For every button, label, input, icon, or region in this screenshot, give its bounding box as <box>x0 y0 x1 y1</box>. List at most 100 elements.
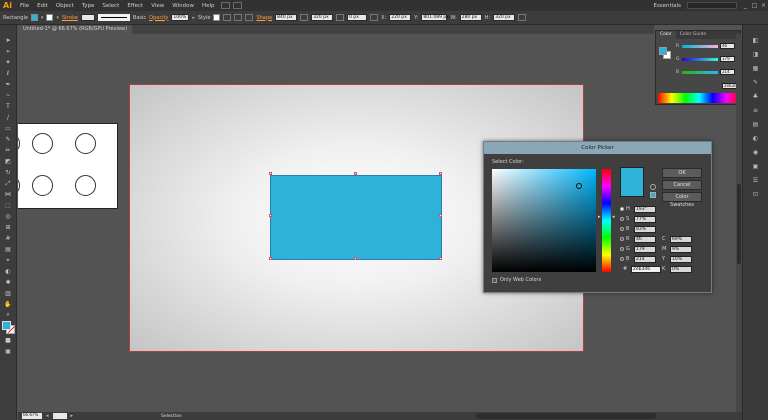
selection-tool-icon[interactable]: ➤ <box>4 37 12 44</box>
y-field[interactable]: 10% <box>670 255 692 263</box>
brightness-radio[interactable] <box>620 227 624 231</box>
opacity-field[interactable]: 100% <box>171 14 190 21</box>
g-value[interactable]: 179 <box>720 56 735 62</box>
hue-slider[interactable] <box>602 169 611 272</box>
circle-shape[interactable] <box>75 175 96 196</box>
rotate-tool-icon[interactable]: ↻ <box>4 169 12 176</box>
c-field[interactable]: 69% <box>670 235 692 243</box>
first-artboard-icon[interactable]: ◂ <box>46 413 49 419</box>
y-field[interactable]: 801.089 px <box>421 14 449 21</box>
fill-dropdown-icon[interactable]: ▾ <box>41 15 44 21</box>
magic-wand-tool-icon[interactable]: ✦ <box>4 59 12 66</box>
panel-fill-well[interactable] <box>659 47 667 55</box>
b-slider[interactable] <box>682 70 718 74</box>
document-tab[interactable]: Untitled-1* @ 66.67% (RGB/GPU Preview) <box>18 25 133 34</box>
h-field[interactable]: 320 px <box>493 14 516 21</box>
minimize-button[interactable]: _ <box>741 2 750 9</box>
only-web-colors-checkbox[interactable] <box>492 277 497 283</box>
graphic-styles-icon[interactable]: ▣ <box>751 163 760 171</box>
zoom-tool-icon[interactable]: ⌕ <box>4 311 12 318</box>
symbol-sprayer-tool-icon[interactable]: ✺ <box>4 279 12 286</box>
shape-width-field[interactable]: 840 px <box>275 14 298 21</box>
hex-field[interactable]: 2eb3d6 <box>631 265 661 273</box>
h-radio[interactable] <box>620 207 624 211</box>
dialog-title[interactable]: Color Picker <box>484 142 711 154</box>
pen-tool-icon[interactable]: ✒ <box>4 81 12 88</box>
rectangle-tool-icon[interactable]: ▭ <box>4 125 12 132</box>
r-radio[interactable] <box>620 237 624 241</box>
menu-view[interactable]: View <box>147 3 168 9</box>
vertical-scrollbar[interactable] <box>736 34 742 412</box>
bridge-icon[interactable] <box>221 2 231 9</box>
free-transform-tool-icon[interactable]: ⬚ <box>4 202 12 209</box>
color-field-cursor[interactable] <box>576 183 582 189</box>
color-spectrum-bar[interactable] <box>658 93 740 103</box>
blue-field[interactable]: 214 <box>634 255 656 263</box>
m-field[interactable]: 9% <box>670 245 692 253</box>
circle-shape[interactable] <box>75 133 96 154</box>
brightness-field[interactable]: 83% <box>634 225 656 233</box>
handle-top[interactable] <box>354 172 357 175</box>
opacity-dropdown-icon[interactable]: ▸ <box>192 15 195 21</box>
arrange-documents-icon[interactable] <box>233 2 243 9</box>
handle-top-left[interactable] <box>269 172 272 175</box>
menu-object[interactable]: Object <box>52 3 78 9</box>
search-input[interactable] <box>687 2 737 9</box>
x-field[interactable]: 220 px <box>389 14 412 21</box>
selected-rectangle[interactable] <box>270 175 442 260</box>
blend-tool-icon[interactable]: ◐ <box>4 268 12 275</box>
r-slider[interactable] <box>682 44 718 48</box>
menu-effect[interactable]: Effect <box>123 3 147 9</box>
r-value[interactable]: 46 <box>720 43 735 49</box>
style-swatch[interactable] <box>213 14 221 21</box>
pencil-tool-icon[interactable]: ✏ <box>4 147 12 154</box>
handle-bottom-left[interactable] <box>269 257 272 260</box>
transparency-icon[interactable]: ◐ <box>751 135 760 143</box>
handle-top-right[interactable] <box>439 172 442 175</box>
color-mode-icon[interactable]: ■ <box>4 337 12 344</box>
handle-bottom-right[interactable] <box>439 257 442 260</box>
blue-radio[interactable] <box>620 257 624 261</box>
g-slider[interactable] <box>682 57 718 61</box>
fill-swatch[interactable] <box>30 14 38 21</box>
eyedropper-tool-icon[interactable]: ⌖ <box>4 257 12 264</box>
zoom-field[interactable]: 66.67% <box>22 413 42 419</box>
color-field[interactable] <box>492 169 596 272</box>
width-tool-icon[interactable]: ⋈ <box>4 191 12 198</box>
artboard-number-field[interactable]: 1 <box>52 413 67 420</box>
menu-type[interactable]: Type <box>78 3 99 9</box>
corner-radius-field[interactable]: 0 px <box>347 14 368 21</box>
r-field[interactable]: 46 <box>634 235 656 243</box>
artboards-icon[interactable]: ⊡ <box>751 191 760 199</box>
layers-icon[interactable]: ☰ <box>751 177 760 185</box>
g-radio[interactable] <box>620 247 624 251</box>
menu-file[interactable]: File <box>16 3 33 9</box>
only-web-colors[interactable]: Only Web Colors <box>492 277 541 283</box>
scale-tool-icon[interactable]: ⤢ <box>4 180 12 187</box>
s-field[interactable]: 77% <box>634 215 656 223</box>
g-field[interactable]: 179 <box>634 245 656 253</box>
eraser-tool-icon[interactable]: ◩ <box>4 158 12 165</box>
recolor-icon[interactable] <box>223 14 232 21</box>
menu-select[interactable]: Select <box>98 3 123 9</box>
lasso-tool-icon[interactable]: ℓ <box>4 70 12 77</box>
stroke-weight-field[interactable] <box>80 14 95 21</box>
stroke-dropdown-icon[interactable]: ▾ <box>56 15 59 21</box>
close-button[interactable]: × <box>759 2 768 9</box>
brush-style[interactable]: Basic <box>133 15 146 21</box>
fill-color-well[interactable] <box>2 321 11 330</box>
workspace-switcher[interactable]: Essentials <box>653 3 681 9</box>
graph-tool-icon[interactable]: ▥ <box>4 290 12 297</box>
link-icon[interactable] <box>300 14 309 21</box>
circle-shape[interactable] <box>32 133 53 154</box>
direct-selection-tool-icon[interactable]: ➢ <box>4 48 12 55</box>
color-swatches-button[interactable]: Color Swatches <box>662 192 702 208</box>
panel-menu-icon[interactable] <box>518 14 527 21</box>
handle-right[interactable] <box>439 214 442 217</box>
gradient-panel-icon[interactable]: ▤ <box>751 121 760 129</box>
k-field[interactable]: 0% <box>670 265 692 273</box>
tab-color[interactable]: Color <box>656 31 676 39</box>
shape-link[interactable]: Shape <box>256 15 272 21</box>
ok-button[interactable]: OK <box>662 168 702 178</box>
s-radio[interactable] <box>620 217 624 221</box>
